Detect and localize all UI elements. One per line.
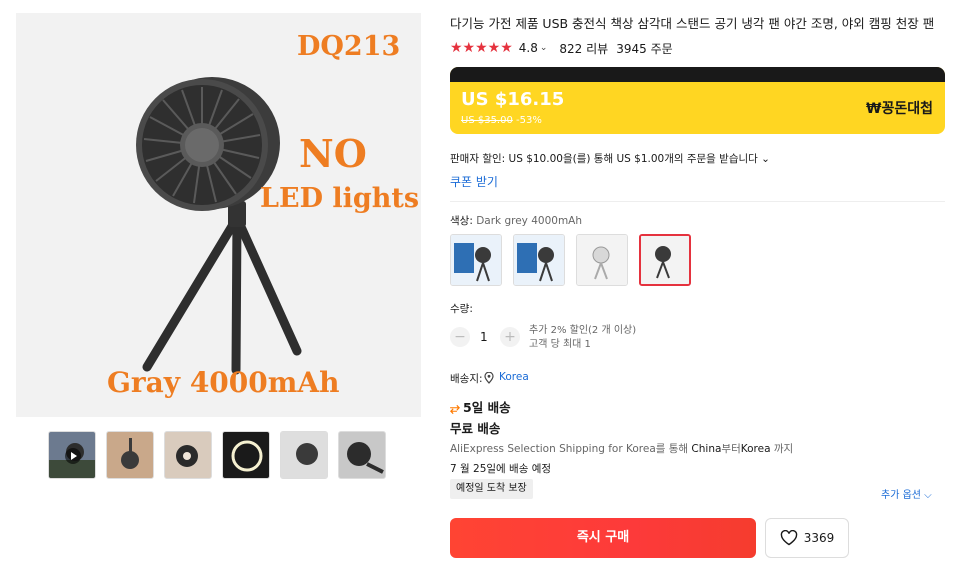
overlay-led-text: LED lights — [260, 183, 420, 214]
color-option-4-selected[interactable] — [639, 234, 691, 286]
on-time-guarantee-badge: 예정일 도착 보장 — [450, 479, 533, 499]
thumbnail-image — [281, 432, 327, 478]
more-shipping-options-link[interactable]: 추가 옵션 ⌵ — [881, 486, 932, 501]
wishlist-button[interactable]: 3369 — [765, 518, 849, 558]
overlay-no-text: NO — [299, 131, 367, 176]
quantity-label: 수량: — [450, 303, 473, 315]
thumbnail-image-6[interactable] — [338, 431, 386, 479]
get-coupon-link[interactable]: 쿠폰 받기 — [450, 173, 498, 190]
shipping-route-suffix: 까지 — [770, 443, 794, 455]
delivery-days: ⥂ 5일 배송 — [450, 397, 511, 416]
color-label-text: 색상: — [450, 215, 477, 227]
promo-logo: ₩꽁돈대첩 — [866, 101, 933, 117]
shipping-route-prefix: AliExpress Selection Shipping for Korea를… — [450, 443, 692, 455]
thumbnail-image-4[interactable] — [222, 431, 270, 479]
discount-percent: -53% — [516, 115, 542, 126]
price-banner-topbar — [450, 67, 945, 82]
thumbnail-image — [176, 445, 198, 467]
order-count: 3945 주문 — [616, 41, 673, 56]
wishlist-count: 3369 — [803, 531, 835, 545]
thumbnail-image-3[interactable] — [164, 431, 212, 479]
seller-discount[interactable]: 판매자 할인: US $10.00을(를) 통해 US $1.00개의 주문을 … — [450, 151, 770, 166]
heart-icon — [780, 530, 797, 546]
overlay-variant-text: Gray 4000mAh — [107, 366, 340, 399]
swatch-image — [514, 235, 564, 285]
quantity-value[interactable]: 1 — [480, 330, 488, 344]
color-option-2[interactable] — [513, 234, 565, 286]
thumbnail-image-2[interactable] — [106, 431, 154, 479]
shipping-route-from: China — [691, 443, 722, 455]
color-selected-value: Dark grey 4000mAh — [476, 215, 583, 227]
thumbnail-image-5[interactable] — [280, 431, 328, 479]
rating-row: ★★★★★ 4.8 ⌄ 822 리뷰 3945 주문 — [450, 40, 673, 56]
thumbnail-image — [347, 442, 384, 474]
current-price: US $16.15 — [461, 89, 565, 110]
delivery-date: 7 월 25일에 배송 예정 — [450, 463, 552, 475]
ship-to-label: 배송지: — [450, 373, 483, 385]
overlay-model-code: DQ213 — [297, 31, 401, 62]
color-option-3[interactable] — [576, 234, 628, 286]
star-rating-icon: ★★★★★ — [450, 40, 513, 56]
price-banner: US $16.15 US $35.00 -53% ₩꽁돈대첩 — [450, 67, 945, 134]
shipping-route-to: Korea — [740, 443, 771, 455]
product-title: 다기능 가전 제품 USB 충전식 책상 삼각대 스탠드 공기 냉각 팬 야간 … — [450, 16, 935, 31]
review-count[interactable]: 822 리뷰 — [559, 40, 608, 57]
shipping-route-mid: 부터 — [721, 443, 741, 455]
quantity-note-discount: 추가 2% 할인(2 개 이상) — [529, 325, 637, 336]
color-option-1[interactable] — [450, 234, 502, 286]
fast-delivery-icon: ⥂ — [450, 400, 461, 415]
thumbnail-image — [231, 440, 263, 472]
shipping-route: AliExpress Selection Shipping for Korea를… — [450, 441, 793, 456]
swatch-image — [641, 236, 689, 284]
fan-illustration — [136, 77, 302, 375]
main-product-image[interactable]: DQ213 NO LED lights Gray 4000mAh — [16, 13, 421, 417]
thumbnail-image — [121, 438, 139, 469]
rating-value[interactable]: 4.8 — [519, 41, 538, 55]
delivery-days-text: 5일 배송 — [463, 400, 511, 415]
color-label: 색상: Dark grey 4000mAh — [450, 213, 582, 228]
divider — [450, 201, 945, 202]
play-icon — [65, 448, 81, 464]
swatch-image — [451, 235, 501, 285]
thumbnail-video[interactable] — [48, 431, 96, 479]
chevron-down-icon[interactable]: ⌄ — [540, 43, 548, 53]
quantity-plus-button[interactable]: + — [500, 327, 520, 347]
swatch-image — [577, 235, 627, 285]
quantity-note-limit: 고객 당 최대 1 — [529, 339, 591, 350]
ship-to-country-link[interactable]: Korea — [499, 371, 529, 383]
original-price: US $35.00 — [461, 115, 513, 126]
quantity-note: 추가 2% 할인(2 개 이상) 고객 당 최대 1 — [529, 324, 636, 352]
location-pin-icon — [484, 372, 494, 384]
buy-now-button[interactable]: 즉시 구매 — [450, 518, 756, 558]
quantity-minus-button[interactable]: − — [450, 327, 470, 347]
free-shipping-label: 무료 배송 — [450, 421, 501, 436]
